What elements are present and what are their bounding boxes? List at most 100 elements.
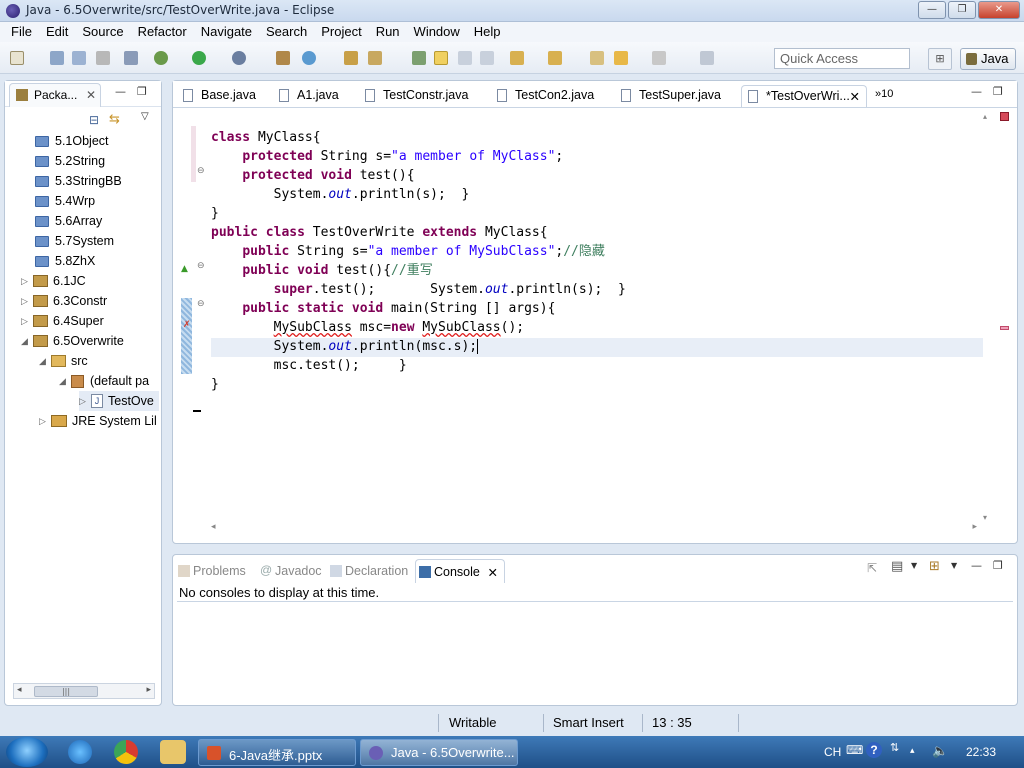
- close-icon[interactable]: ✕: [86, 88, 96, 102]
- editor-tab[interactable]: TestSuper.java: [615, 85, 721, 107]
- help-icon[interactable]: ?: [866, 742, 882, 758]
- menu-search[interactable]: Search: [259, 22, 314, 42]
- java-perspective-button[interactable]: Java: [960, 48, 1016, 70]
- new-icon[interactable]: [10, 51, 24, 65]
- maximize-view-icon[interactable]: ❐: [993, 559, 1003, 572]
- tree-item[interactable]: ◢ 6.5Overwrite: [21, 331, 124, 351]
- pin-console-icon[interactable]: ⇱: [867, 561, 877, 575]
- clock[interactable]: 22:33: [966, 745, 996, 759]
- task-eclipse[interactable]: Java - 6.5Overwrite...: [360, 739, 518, 766]
- expand-arrow-icon[interactable]: ▷: [21, 296, 31, 307]
- tree-item[interactable]: ◢ src: [39, 351, 88, 371]
- tree-item[interactable]: ▷ 6.4Super: [21, 311, 104, 331]
- maximize-view-icon[interactable]: ❐: [993, 85, 1003, 98]
- link-with-editor-icon[interactable]: ⇆: [109, 112, 120, 127]
- display-console-icon[interactable]: ▤: [891, 559, 903, 574]
- tree-item[interactable]: ▷ 6.3Constr: [21, 291, 107, 311]
- editor-tab[interactable]: TestCon2.java: [491, 85, 594, 107]
- fold-icon[interactable]: ⊖: [197, 261, 205, 271]
- block-selection-icon[interactable]: [458, 51, 472, 65]
- horizontal-scrollbar[interactable]: ◂ ||| ▸: [13, 683, 155, 699]
- minimize-button[interactable]: —: [918, 1, 946, 19]
- open-perspective-button[interactable]: ⊞: [928, 48, 952, 70]
- tree-item[interactable]: 5.2String: [35, 151, 105, 171]
- editor-tab[interactable]: Base.java: [177, 85, 256, 107]
- run-icon[interactable]: [192, 51, 206, 65]
- close-button[interactable]: ✕: [978, 1, 1020, 19]
- toggle-mark-occurrences-icon[interactable]: [412, 51, 426, 65]
- open-type-icon[interactable]: [344, 51, 358, 65]
- tree-item-selected[interactable]: ▷ J TestOve: [79, 391, 159, 411]
- tree-item[interactable]: ▷ 6.1JC: [21, 271, 86, 291]
- vertical-scrollbar[interactable]: ▴ ▾: [981, 112, 995, 522]
- tree-item[interactable]: 5.3StringBB: [35, 171, 122, 191]
- menu-refactor[interactable]: Refactor: [131, 22, 194, 42]
- scroll-right-icon[interactable]: ▸: [972, 522, 977, 532]
- tree-item[interactable]: 5.7System: [35, 231, 114, 251]
- minimize-view-icon[interactable]: —: [971, 85, 982, 98]
- internet-explorer-icon[interactable]: [68, 740, 92, 764]
- collapse-arrow-icon[interactable]: ◢: [21, 336, 31, 347]
- tree-item[interactable]: ▷ JRE System Lil: [39, 411, 157, 431]
- tree-item[interactable]: 5.6Array: [35, 211, 102, 231]
- menu-project[interactable]: Project: [314, 22, 368, 42]
- debug-icon[interactable]: [154, 51, 168, 65]
- pin-icon[interactable]: [700, 51, 714, 65]
- source-code[interactable]: class MyClass{ protected String s="a mem…: [211, 128, 626, 394]
- tab-declaration[interactable]: Declaration: [327, 559, 408, 583]
- expand-arrow-icon[interactable]: ▷: [79, 396, 89, 407]
- chrome-icon[interactable]: [114, 740, 138, 764]
- volume-icon[interactable]: 🔈: [932, 743, 948, 759]
- start-button[interactable]: [6, 737, 48, 767]
- minimize-view-icon[interactable]: —: [115, 85, 126, 98]
- keyboard-icon[interactable]: ⌨: [846, 743, 863, 757]
- skip-breakpoints-icon[interactable]: [124, 51, 138, 65]
- close-icon[interactable]: ✕: [850, 89, 860, 104]
- expand-arrow-icon[interactable]: ▷: [21, 276, 31, 287]
- tree-item[interactable]: 5.4Wrp: [35, 191, 95, 211]
- open-console-icon[interactable]: ⊞: [929, 559, 940, 574]
- expand-arrow-icon[interactable]: ▷: [39, 416, 49, 427]
- scroll-left-icon[interactable]: ◂: [17, 685, 22, 695]
- quick-access-input[interactable]: Quick Access: [774, 48, 910, 69]
- scrollbar-thumb[interactable]: |||: [34, 686, 98, 697]
- horizontal-scrollbar[interactable]: ◂ ▸: [211, 522, 977, 536]
- file-explorer-icon[interactable]: [160, 740, 186, 764]
- menu-edit[interactable]: Edit: [39, 22, 75, 42]
- collapse-all-icon[interactable]: ⊟: [89, 113, 99, 127]
- error-summary-icon[interactable]: [1000, 112, 1009, 121]
- error-marker-icon[interactable]: ✗: [183, 320, 191, 330]
- more-tabs-button[interactable]: »10: [871, 85, 893, 107]
- menu-window[interactable]: Window: [407, 22, 467, 42]
- tab-problems[interactable]: Problems: [175, 559, 246, 583]
- tree-item[interactable]: 5.8ZhX: [35, 251, 95, 271]
- expand-arrow-icon[interactable]: ▷: [21, 316, 31, 327]
- tab-package-explorer[interactable]: Packa... ✕: [9, 83, 101, 107]
- collapse-arrow-icon[interactable]: ◢: [39, 356, 49, 367]
- view-menu-icon[interactable]: ▽: [141, 111, 149, 122]
- back-icon[interactable]: [614, 51, 628, 65]
- minimize-view-icon[interactable]: —: [971, 559, 982, 572]
- previous-annotation-icon[interactable]: [548, 51, 562, 65]
- highlight-icon[interactable]: [434, 51, 448, 65]
- menu-run[interactable]: Run: [369, 22, 407, 42]
- dropdown-icon[interactable]: ▼: [951, 561, 957, 570]
- network-icon[interactable]: ⇅: [890, 741, 899, 754]
- scroll-right-icon[interactable]: ▸: [146, 685, 151, 695]
- search-icon[interactable]: [368, 51, 382, 65]
- menu-help[interactable]: Help: [467, 22, 508, 42]
- tab-javadoc[interactable]: @ Javadoc: [257, 559, 322, 583]
- ime-indicator[interactable]: CH: [824, 745, 841, 759]
- editor-tab[interactable]: TestConstr.java: [359, 85, 468, 107]
- task-powerpoint[interactable]: 6-Java继承.pptx: [198, 739, 356, 766]
- maximize-button[interactable]: ❐: [948, 1, 976, 19]
- forward-icon[interactable]: [652, 51, 666, 65]
- code-editor[interactable]: ⊖ ▲ ⊖ ⊖ ✗ class MyClass{ protected Strin…: [173, 108, 1017, 544]
- coverage-icon[interactable]: [232, 51, 246, 65]
- fold-icon[interactable]: ⊖: [197, 166, 205, 176]
- scroll-up-icon[interactable]: ▴: [983, 112, 987, 121]
- close-icon[interactable]: ✕: [488, 565, 498, 580]
- fold-icon[interactable]: ⊖: [197, 299, 205, 309]
- editor-tab-active[interactable]: *TestOverWri... ✕: [741, 85, 867, 107]
- show-hidden-icons-icon[interactable]: ▴: [910, 745, 915, 756]
